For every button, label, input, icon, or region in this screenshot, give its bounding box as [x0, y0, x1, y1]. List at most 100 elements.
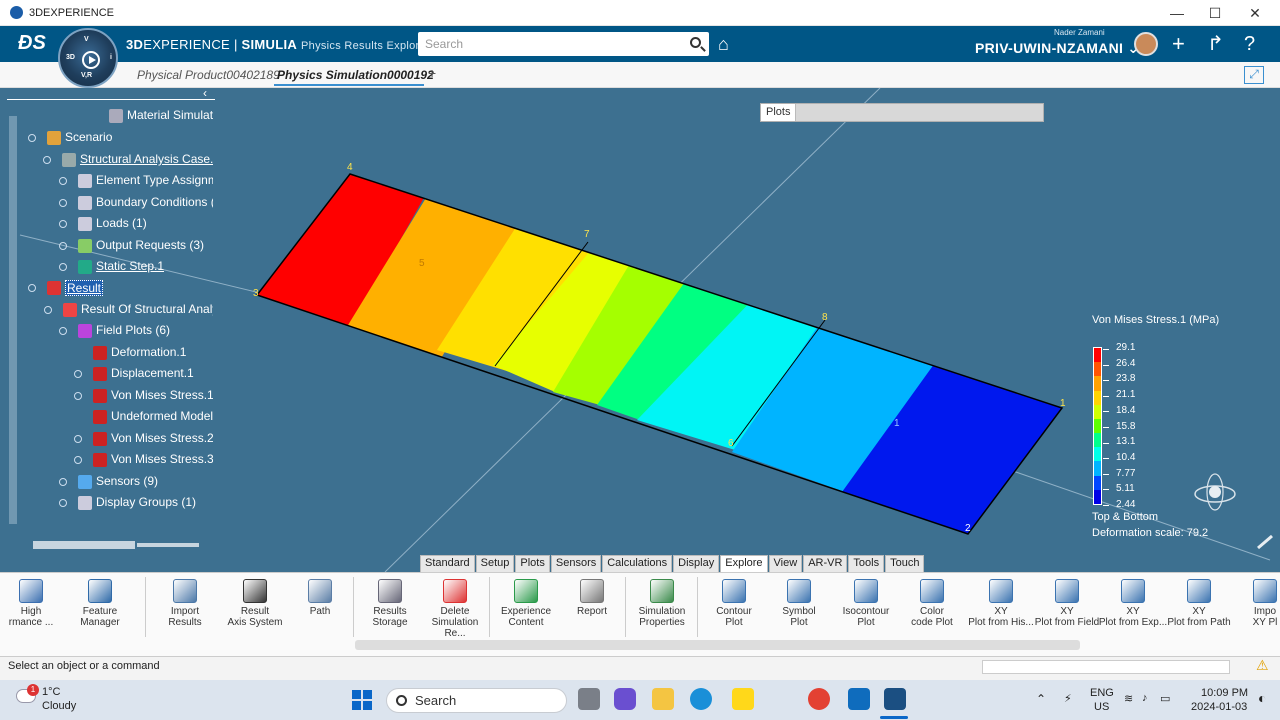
- xy-path-button[interactable]: XY Plot from Path: [1164, 579, 1234, 628]
- tab-ar-vr[interactable]: AR-VR: [803, 555, 848, 572]
- tree-item[interactable]: Von Mises Stress.1: [111, 388, 213, 402]
- tree-item[interactable]: Deformation.1: [111, 345, 186, 359]
- path-button[interactable]: Path: [285, 579, 355, 617]
- tree-expand-toggle[interactable]: [59, 499, 67, 507]
- clock-date[interactable]: 2024-01-03: [1191, 701, 1247, 713]
- tree-expand-toggle[interactable]: [59, 199, 67, 207]
- import-xy-button[interactable]: Impo XY Pl: [1230, 579, 1280, 628]
- report-button[interactable]: Report: [557, 579, 627, 617]
- tab-plots[interactable]: Plots: [515, 555, 550, 572]
- command-input[interactable]: [982, 660, 1230, 674]
- windows-start-icon[interactable]: [352, 690, 372, 710]
- tab-touch[interactable]: Touch: [885, 555, 925, 572]
- tab-explore[interactable]: Explore: [720, 555, 768, 572]
- tree-item[interactable]: Result Of Structural Analys: [81, 302, 213, 316]
- tag-icon[interactable]: ⌂: [718, 35, 736, 53]
- contour-plot-button[interactable]: Contour Plot: [699, 579, 769, 628]
- toolbar-scrollbar[interactable]: [355, 640, 1080, 650]
- volume-icon[interactable]: ♪: [1142, 692, 1148, 704]
- tab-calculations[interactable]: Calculations: [602, 555, 673, 572]
- collapse-tree-icon[interactable]: ‹: [203, 86, 207, 100]
- tree-expand-toggle[interactable]: [74, 392, 82, 400]
- task-view-icon[interactable]: [578, 688, 600, 710]
- legend-color-bar[interactable]: [1093, 347, 1102, 505]
- tree-expand-toggle[interactable]: [74, 370, 82, 378]
- play-icon[interactable]: [82, 51, 100, 69]
- plots-panel[interactable]: Plots: [760, 103, 1044, 122]
- avatar[interactable]: [1134, 32, 1158, 56]
- edge-icon[interactable]: [690, 688, 712, 710]
- symbol-plot-button[interactable]: Symbol Plot: [764, 579, 834, 628]
- network-status-icon[interactable]: ⚡: [1064, 692, 1072, 705]
- isocontour-plot-button[interactable]: Isocontour Plot: [831, 579, 901, 628]
- xy-exp-button[interactable]: XY Plot from Exp...: [1098, 579, 1168, 628]
- tree-expand-toggle[interactable]: [28, 284, 36, 292]
- 3dexperience-taskbar-icon[interactable]: [884, 688, 906, 710]
- tree-expand-toggle[interactable]: [43, 156, 51, 164]
- tree-expand-toggle[interactable]: [59, 242, 67, 250]
- feature-manager-button[interactable]: Feature Manager: [65, 579, 135, 628]
- tree-expand-toggle[interactable]: [44, 306, 52, 314]
- teams-icon[interactable]: [614, 688, 636, 710]
- tab-setup[interactable]: Setup: [475, 555, 515, 572]
- tab-sensors[interactable]: Sensors: [550, 555, 602, 572]
- xy-field-button[interactable]: XY Plot from Field: [1032, 579, 1102, 628]
- results-storage-button[interactable]: Results Storage: [355, 579, 425, 628]
- experience-content-button[interactable]: Experience Content: [491, 579, 561, 628]
- tree-item[interactable]: Static Step.1: [96, 259, 164, 273]
- tree-item[interactable]: Display Groups (1): [96, 495, 196, 509]
- clock-time[interactable]: 10:09 PM: [1201, 687, 1248, 699]
- battery-icon[interactable]: ▭: [1160, 692, 1170, 705]
- orientation-triad-icon[interactable]: [1194, 473, 1236, 511]
- tree-item[interactable]: Undeformed Model: [111, 409, 213, 423]
- file-explorer-icon[interactable]: [652, 688, 674, 710]
- tree-expand-toggle[interactable]: [59, 177, 67, 185]
- taskbar-search-input[interactable]: Search: [386, 688, 567, 713]
- tree-item[interactable]: Loads (1): [96, 216, 147, 230]
- close-button[interactable]: ✕: [1236, 0, 1274, 26]
- help-icon[interactable]: ?: [1244, 30, 1255, 58]
- tree-item[interactable]: Output Requests (3): [96, 238, 204, 252]
- add-tab-button[interactable]: +: [428, 65, 436, 81]
- tree-expand-toggle[interactable]: [74, 456, 82, 464]
- maximize-button[interactable]: ☐: [1196, 0, 1234, 26]
- tenant-selector[interactable]: PRIV-UWIN-NZAMANI ⌄: [975, 40, 1139, 57]
- tree-item[interactable]: Result: [65, 280, 104, 296]
- import-results-button[interactable]: Import Results: [150, 579, 220, 628]
- tree-expand-toggle[interactable]: [59, 263, 67, 271]
- region[interactable]: US: [1094, 701, 1109, 713]
- xy-history-button[interactable]: XY Plot from His...: [966, 579, 1036, 628]
- chrome-icon[interactable]: [808, 688, 830, 710]
- tab-standard[interactable]: Standard: [420, 555, 475, 572]
- outlook-icon[interactable]: [848, 688, 870, 710]
- compass-widget[interactable]: V 3D i V,R: [58, 28, 118, 88]
- tree-item[interactable]: Structural Analysis Case.1: [80, 152, 213, 166]
- tree-item[interactable]: Element Type Assignme: [96, 173, 213, 187]
- high-performance-button[interactable]: High rmance ...: [0, 579, 66, 628]
- minimize-button[interactable]: —: [1158, 0, 1196, 26]
- tree-expand-toggle[interactable]: [59, 478, 67, 486]
- search-input[interactable]: Search: [418, 32, 709, 56]
- delete-simulation-button[interactable]: Delete Simulation Re...: [420, 579, 490, 639]
- add-icon[interactable]: +: [1172, 30, 1185, 58]
- fullscreen-icon[interactable]: ⤢: [1244, 66, 1264, 84]
- tree-item[interactable]: Boundary Conditions (: [96, 195, 213, 209]
- tree-expand-toggle[interactable]: [59, 220, 67, 228]
- tab-physical-product[interactable]: Physical Product00402189: [137, 68, 280, 82]
- tree-item[interactable]: Von Mises Stress.2: [111, 431, 213, 445]
- tree-expand-toggle[interactable]: [59, 327, 67, 335]
- sticky-notes-icon[interactable]: [732, 688, 754, 710]
- tree-item[interactable]: Sensors (9): [96, 474, 158, 488]
- wifi-icon[interactable]: ≋: [1124, 692, 1133, 705]
- search-icon[interactable]: [690, 37, 701, 48]
- simulation-properties-button[interactable]: Simulation Properties: [627, 579, 697, 628]
- language[interactable]: ENG: [1090, 687, 1114, 699]
- tab-physics-simulation[interactable]: Physics Simulation0000192: [277, 68, 434, 82]
- tree-expand-toggle[interactable]: [28, 134, 36, 142]
- tab-view[interactable]: View: [768, 555, 803, 572]
- tree-expand-toggle[interactable]: [74, 435, 82, 443]
- notifications-icon[interactable]: ◐: [1258, 690, 1266, 706]
- color-code-plot-button[interactable]: Color code Plot: [897, 579, 967, 628]
- warning-icon[interactable]: ⚠: [1256, 657, 1269, 674]
- tree-item[interactable]: Material Simulati: [127, 108, 213, 122]
